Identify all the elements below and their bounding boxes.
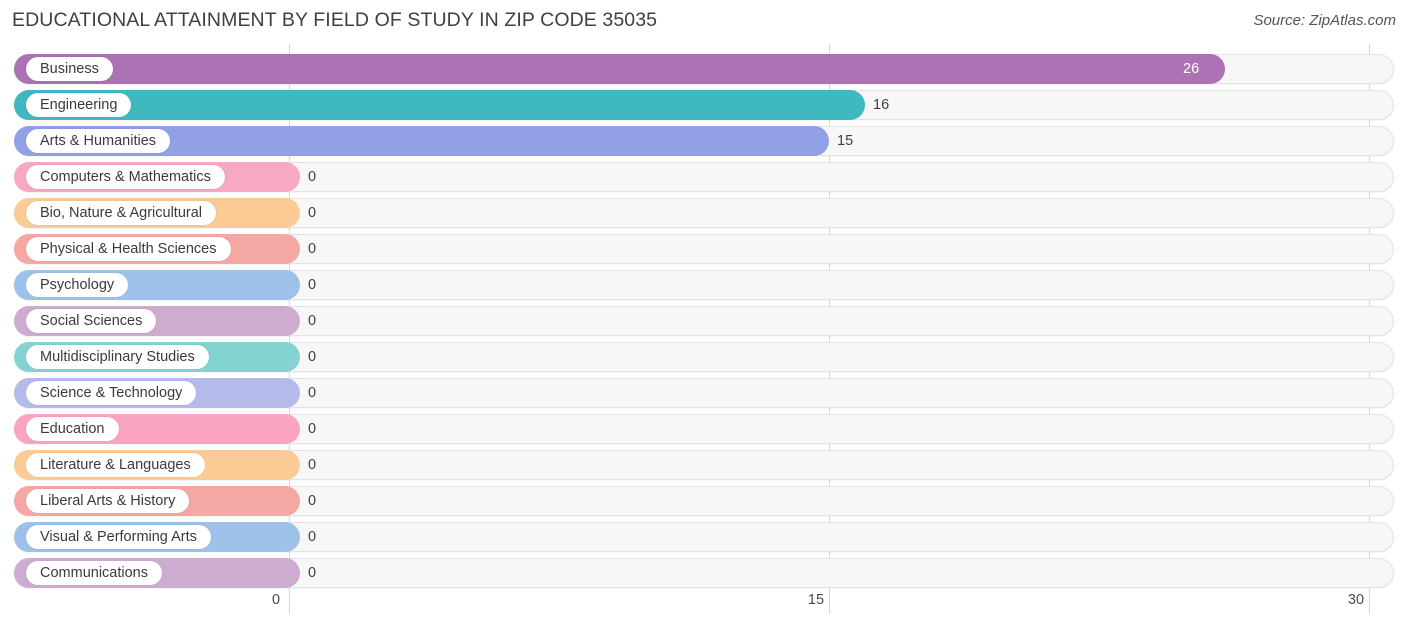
source-attribution: Source: ZipAtlas.com xyxy=(1253,12,1396,29)
chart-header: EDUCATIONAL ATTAINMENT BY FIELD OF STUDY… xyxy=(0,0,1406,44)
axis-tick-label: 0 xyxy=(271,592,281,608)
bar-row[interactable]: Physical & Health Sciences 0 xyxy=(14,234,1394,264)
bar-row[interactable]: Science & Technology 0 xyxy=(14,378,1394,408)
bar-row[interactable]: Computers & Mathematics 0 xyxy=(14,162,1394,192)
category-label: Physical & Health Sciences xyxy=(26,237,231,261)
category-label: Business xyxy=(26,57,113,81)
bar-row[interactable]: Visual & Performing Arts 0 xyxy=(14,522,1394,552)
bar-fill xyxy=(14,90,865,120)
bar-value-label: 0 xyxy=(308,385,317,401)
bar-value-label: 0 xyxy=(308,565,317,581)
category-label: Arts & Humanities xyxy=(26,129,171,153)
category-label: Psychology xyxy=(26,273,129,297)
bar-value-label: 0 xyxy=(308,349,317,365)
bar-row[interactable]: Psychology 0 xyxy=(14,270,1394,300)
bar-value-label: 0 xyxy=(308,313,317,329)
category-label: Multidisciplinary Studies xyxy=(26,345,209,369)
bar-row[interactable]: Education 0 xyxy=(14,414,1394,444)
bar-value-label: 16 xyxy=(873,97,890,113)
category-label: Visual & Performing Arts xyxy=(26,525,211,549)
bar-value-label: 15 xyxy=(837,133,854,149)
bar-row[interactable]: Multidisciplinary Studies 0 xyxy=(14,342,1394,372)
bar-value-label: 0 xyxy=(308,277,317,293)
bar-row[interactable]: Literature & Languages 0 xyxy=(14,450,1394,480)
bar-row[interactable]: Business 26 xyxy=(14,54,1394,84)
bar-value-label: 0 xyxy=(308,169,317,185)
bar-value-label: 0 xyxy=(308,241,317,257)
category-label: Communications xyxy=(26,561,162,585)
category-label: Science & Technology xyxy=(26,381,197,405)
bar-value-label: 0 xyxy=(308,457,317,473)
category-label: Social Sciences xyxy=(26,309,157,333)
category-label: Literature & Languages xyxy=(26,453,205,477)
bar-value-label: 0 xyxy=(308,493,317,509)
bar-value-label: 0 xyxy=(308,529,317,545)
bar-fill xyxy=(14,54,1225,84)
bar-row[interactable]: Bio, Nature & Agricultural 0 xyxy=(14,198,1394,228)
x-axis: 0 15 30 xyxy=(0,588,1406,631)
bar-row[interactable]: Communications 0 xyxy=(14,558,1394,588)
bar-value-label: 0 xyxy=(308,205,317,221)
category-label: Bio, Nature & Agricultural xyxy=(26,201,216,225)
axis-tick-line xyxy=(828,588,830,614)
bar-value-label: 26 xyxy=(1183,61,1200,77)
axis-tick-line xyxy=(1368,588,1370,614)
axis-tick-label: 15 xyxy=(807,592,825,608)
bar-row[interactable]: Liberal Arts & History 0 xyxy=(14,486,1394,516)
category-label: Engineering xyxy=(26,93,132,117)
bar-row[interactable]: Arts & Humanities 15 xyxy=(14,126,1394,156)
page-title: EDUCATIONAL ATTAINMENT BY FIELD OF STUDY… xyxy=(12,9,658,31)
axis-tick-line xyxy=(288,588,290,614)
axis-tick-label: 30 xyxy=(1347,592,1365,608)
bar-row[interactable]: Engineering 16 xyxy=(14,90,1394,120)
category-label: Education xyxy=(26,417,119,441)
bar-value-label: 0 xyxy=(308,421,317,437)
chart-plot-area: Business 26 Engineering 16 Arts & Humanities… xyxy=(0,44,1406,588)
bar-row[interactable]: Social Sciences 0 xyxy=(14,306,1394,336)
category-label: Computers & Mathematics xyxy=(26,165,225,189)
category-label: Liberal Arts & History xyxy=(26,489,190,513)
